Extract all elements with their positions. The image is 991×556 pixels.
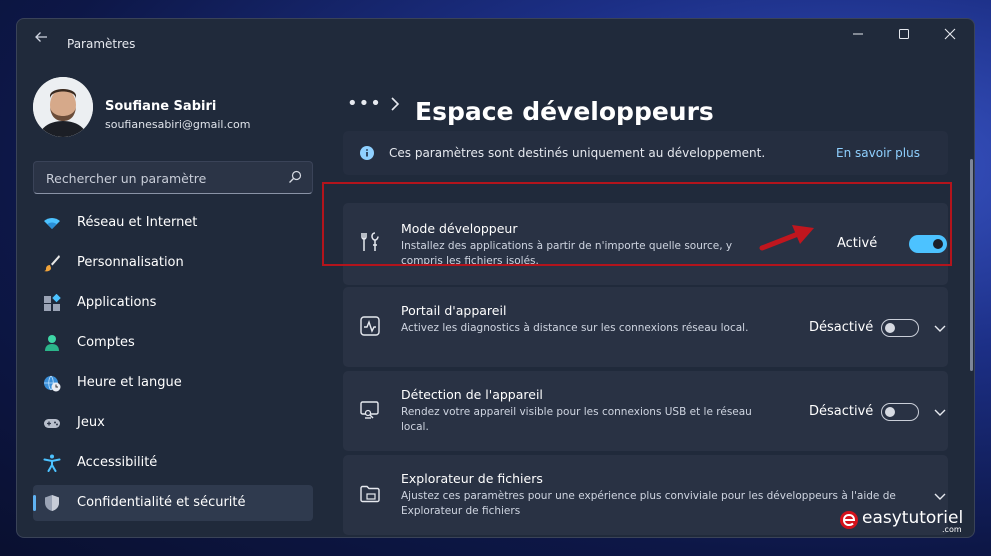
info-icon <box>360 146 374 160</box>
minimize-icon <box>853 33 863 35</box>
search-box <box>33 161 313 194</box>
device-search-icon <box>360 401 379 419</box>
person-icon <box>45 335 59 351</box>
state-text: Désactivé <box>809 320 874 335</box>
easytutoriel-logo-icon <box>840 511 858 529</box>
page-title: Espace développeurs <box>415 97 714 126</box>
setting-title: Explorateur de fichiers <box>401 471 543 486</box>
sidebar-item-label: Accessibilité <box>77 455 158 470</box>
user-photo-icon <box>33 77 93 137</box>
maximize-button[interactable] <box>881 23 927 49</box>
shield-icon <box>45 495 59 511</box>
highlight-annotation <box>322 182 952 266</box>
setting-device-portal: Portail d'appareil Activez les diagnosti… <box>343 287 948 367</box>
sidebar: Soufiane Sabiri soufianesabiri@gmail.com… <box>17 53 327 537</box>
red-arrow-icon <box>759 225 814 251</box>
sidebar-item-personalization[interactable]: Personnalisation <box>33 245 313 281</box>
sidebar-item-label: Réseau et Internet <box>77 215 198 230</box>
setting-description: Activez les diagnostics à distance sur l… <box>401 322 749 334</box>
maximize-icon <box>899 29 909 39</box>
wifi-icon <box>44 218 60 229</box>
sidebar-item-label: Applications <box>77 295 157 310</box>
chevron-right-icon <box>391 97 400 111</box>
user-email: soufianesabiri@gmail.com <box>105 118 251 131</box>
chevron-down-icon[interactable] <box>933 492 947 502</box>
sidebar-item-network[interactable]: Réseau et Internet <box>33 205 313 241</box>
sidebar-nav: Réseau et Internet Personnalisation Appl… <box>33 205 313 525</box>
search-input[interactable] <box>44 168 283 188</box>
avatar[interactable] <box>33 77 93 137</box>
sidebar-item-privacy-security[interactable]: Confidentialité et sécurité <box>33 485 313 521</box>
sidebar-item-label: Personnalisation <box>77 255 184 270</box>
learn-more-link[interactable]: En savoir plus <box>836 146 920 160</box>
sidebar-item-time-language[interactable]: Heure et langue <box>33 365 313 401</box>
info-text: Ces paramètres sont destinés uniquement … <box>389 146 766 160</box>
close-icon <box>944 28 956 40</box>
info-banner: Ces paramètres sont destinés uniquement … <box>343 131 948 175</box>
device-portal-toggle[interactable] <box>881 319 919 337</box>
sidebar-item-label: Heure et langue <box>77 375 182 390</box>
pulse-icon <box>360 316 380 336</box>
settings-window: Paramètres Soufiane Sabiri soufianesabir… <box>16 18 975 538</box>
device-discovery-toggle[interactable] <box>881 403 919 421</box>
close-button[interactable] <box>927 23 973 49</box>
sidebar-item-accessibility[interactable]: Accessibilité <box>33 445 313 481</box>
brush-icon <box>44 255 60 272</box>
watermark-suffix: .com <box>942 525 962 534</box>
search-icon[interactable] <box>288 170 302 184</box>
sidebar-item-gaming[interactable]: Jeux <box>33 405 313 441</box>
state-text: Désactivé <box>809 404 874 419</box>
accessibility-icon <box>43 454 61 472</box>
sidebar-item-label: Confidentialité et sécurité <box>77 495 246 510</box>
breadcrumb-more-button[interactable]: ••• <box>347 93 382 114</box>
watermark: easytutoriel .com <box>838 504 978 534</box>
main-content: ••• Espace développeurs Ces paramètres s… <box>343 53 973 537</box>
scrollbar-thumb[interactable] <box>970 159 973 371</box>
setting-description: Rendez votre appareil visible pour les c… <box>401 406 752 433</box>
folder-icon <box>360 485 380 503</box>
minimize-button[interactable] <box>835 23 881 49</box>
chevron-down-icon[interactable] <box>933 324 947 334</box>
title-bar: Paramètres <box>17 19 974 53</box>
gamepad-icon <box>44 419 60 428</box>
setting-description: Ajustez ces paramètres pour une expérien… <box>401 490 896 517</box>
sidebar-item-applications[interactable]: Applications <box>33 285 313 321</box>
sidebar-item-label: Comptes <box>77 335 135 350</box>
user-name: Soufiane Sabiri <box>105 99 217 114</box>
setting-title: Portail d'appareil <box>401 303 507 318</box>
sidebar-item-accounts[interactable]: Comptes <box>33 325 313 361</box>
app-title: Paramètres <box>67 37 136 51</box>
chevron-down-icon[interactable] <box>933 408 947 418</box>
sidebar-item-label: Jeux <box>77 415 105 430</box>
back-button[interactable] <box>29 27 53 47</box>
globe-clock-icon <box>44 375 61 392</box>
arrow-left-icon <box>35 32 47 42</box>
setting-device-discovery: Détection de l'appareil Rendez votre app… <box>343 371 948 451</box>
setting-title: Détection de l'appareil <box>401 387 543 402</box>
apps-icon <box>44 294 61 311</box>
